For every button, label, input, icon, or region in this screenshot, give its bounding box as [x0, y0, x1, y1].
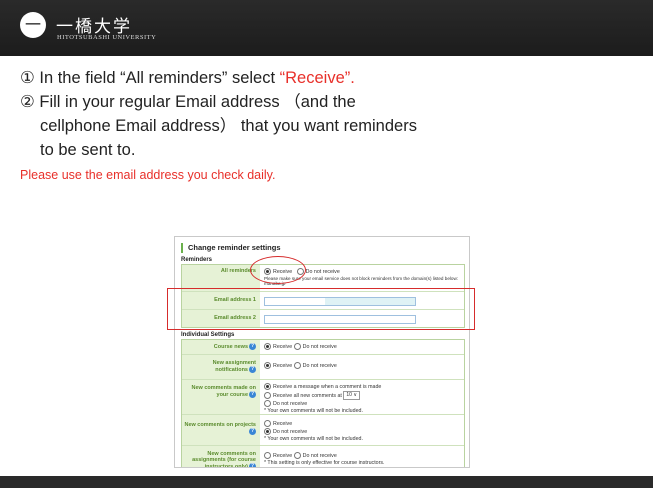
do-not-receive-label: Do not receive: [305, 268, 340, 275]
receive-highlight-circle: [250, 256, 306, 284]
course-news-row: Course news? Receive Do not receive: [182, 340, 464, 355]
comment-option-3: Do not receive: [264, 399, 464, 408]
new-assignment-label: New assignment notifications?: [182, 355, 260, 379]
help-icon[interactable]: ?: [249, 428, 256, 435]
do-not-receive-label: Do not receive: [302, 362, 337, 369]
new-assignment-row: New assignment notifications? Receive Do…: [182, 355, 464, 380]
do-not-receive-radio[interactable]: [293, 452, 301, 459]
do-not-receive-label: Do not receive: [302, 343, 337, 350]
step-1-highlight: “Receive”.: [279, 69, 355, 87]
comment-time-value: 10: [346, 391, 352, 398]
comment-option-2-radio[interactable]: [264, 391, 271, 399]
settings-screenshot: Change reminder settings Reminders All r…: [174, 236, 470, 468]
reminders-section-label: Reminders: [181, 257, 213, 263]
new-comments-assignments-value: Receive Do not receive * This setting is…: [260, 446, 464, 467]
do-not-receive-radio[interactable]: [293, 343, 301, 350]
help-icon[interactable]: ?: [249, 366, 256, 373]
new-comments-course-text: New comments made on your course: [191, 385, 257, 398]
new-comments-projects-text: New comments on projects: [184, 422, 256, 428]
new-assignment-value: Receive Do not receive: [260, 355, 464, 379]
receive-radio[interactable]: [264, 420, 271, 427]
step-2-line-1: ② Fill in your regular Email address （an…: [20, 93, 356, 111]
comment-option-3-radio[interactable]: [264, 399, 271, 407]
course-news-value: Receive Do not receive: [260, 340, 464, 354]
comment-option-2-label: Receive all new comments at: [273, 392, 342, 399]
receive-radio[interactable]: [264, 343, 271, 350]
receive-label: Receive: [273, 343, 293, 350]
comment-option-1-label: Receive a message when a comment is made: [273, 383, 382, 390]
step-1: ① In the field “All reminders” select “R…: [20, 66, 640, 90]
receive-label: Receive: [273, 362, 293, 369]
do-not-receive-radio[interactable]: [293, 362, 301, 369]
email-note: Please use the email address you check d…: [20, 168, 276, 182]
comment-option-3-label: Do not receive: [273, 400, 308, 407]
new-comments-projects-value: Receive Do not receive * Your own commen…: [260, 415, 464, 445]
projects-do-not-receive-option: Do not receive: [264, 427, 464, 436]
settings-title: Change reminder settings: [181, 243, 281, 253]
new-comments-assignments-text: New comments on assignments (for course …: [192, 451, 256, 468]
comment-option-1-radio[interactable]: [264, 383, 271, 390]
individual-table: Course news? Receive Do not receive New …: [181, 339, 465, 468]
course-news-text: Course news: [213, 343, 248, 350]
receive-radio[interactable]: [264, 452, 271, 459]
comment-option-2: Receive all new comments at 10 ∨: [264, 390, 464, 400]
email-highlight-box: [167, 288, 475, 330]
comment-option-1: Receive a message when a comment is made: [264, 383, 464, 391]
do-not-receive-label: Do not receive: [273, 428, 308, 435]
new-comments-course-value: Receive a message when a comment is made…: [260, 380, 464, 414]
new-comments-projects-row: New comments on projects? Receive Do not…: [182, 415, 464, 446]
projects-receive-option: Receive: [264, 420, 464, 428]
help-icon[interactable]: ?: [249, 343, 256, 350]
assignments-options: Receive Do not receive: [264, 452, 464, 460]
help-icon[interactable]: ?: [249, 463, 256, 467]
receive-label: Receive: [273, 420, 293, 427]
own-comments-note: * Your own comments will not be included…: [264, 435, 363, 442]
new-comments-projects-label: New comments on projects?: [182, 415, 260, 445]
slide-header: 一 一橋大学 HITOTSUBASHI UNIVERSITY: [0, 0, 653, 56]
do-not-receive-radio[interactable]: [264, 427, 271, 435]
comment-time-select[interactable]: 10 ∨: [343, 390, 360, 400]
step-2-line-2: cellphone Email address） that you want r…: [40, 117, 417, 135]
new-comments-course-row: New comments made on your course? Receiv…: [182, 380, 464, 415]
receive-radio[interactable]: [264, 362, 271, 369]
slide-footer-bar: [0, 476, 653, 488]
individual-section-label: Individual Settings: [181, 332, 235, 338]
university-seal-icon: 一: [20, 12, 46, 38]
new-comments-course-label: New comments made on your course?: [182, 380, 260, 414]
new-comments-assignments-row: New comments on assignments (for course …: [182, 446, 464, 468]
help-icon[interactable]: ?: [249, 391, 256, 398]
step-2-line-3: to be sent to.: [40, 141, 136, 159]
step-1-text: ① In the field “All reminders” select: [20, 69, 280, 87]
instructor-note: * This setting is only effective for cou…: [264, 459, 385, 466]
do-not-receive-label: Do not receive: [302, 452, 337, 459]
course-news-label: Course news?: [182, 340, 260, 354]
new-comments-assignments-label: New comments on assignments (for course …: [182, 446, 260, 468]
university-name-english: HITOTSUBASHI UNIVERSITY: [57, 34, 157, 41]
instructions: ① In the field “All reminders” select “R…: [20, 66, 640, 182]
receive-label: Receive: [273, 452, 293, 459]
own-comments-note: * Your own comments will not be included…: [264, 407, 363, 414]
